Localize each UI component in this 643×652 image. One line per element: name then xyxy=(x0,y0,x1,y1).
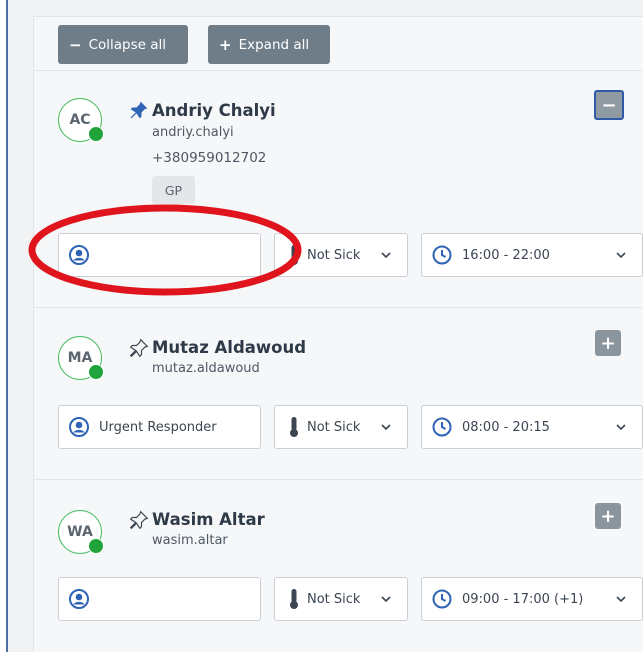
shift-time-select[interactable]: 08:00 - 20:15 xyxy=(421,405,643,449)
chevron-down-icon xyxy=(381,596,391,603)
clock-icon xyxy=(432,245,452,265)
person-circle-icon xyxy=(69,589,89,609)
online-status-dot xyxy=(88,364,104,380)
chevron-down-icon xyxy=(381,252,391,259)
chevron-down-icon xyxy=(616,424,626,431)
sick-status-value: Not Sick xyxy=(307,247,361,263)
roster-panel: − Collapse all + Expand all AC Andriy Ch… xyxy=(33,16,643,652)
avatar: WA xyxy=(58,510,104,554)
clock-icon xyxy=(432,417,452,437)
person-circle-icon xyxy=(69,245,89,265)
sick-status-select[interactable]: Not Sick xyxy=(274,577,408,621)
staff-name: Wasim Altar xyxy=(152,510,265,529)
staff-card: MA Mutaz Aldawoud mutaz.aldawoud + Urgen… xyxy=(34,308,643,480)
thermometer-icon xyxy=(290,245,298,265)
shift-time-value: 09:00 - 17:00 (+1) xyxy=(462,591,584,607)
expand-all-label: Expand all xyxy=(238,36,310,53)
avatar-initials: MA xyxy=(67,350,93,366)
expand-card-button[interactable]: + xyxy=(595,330,621,356)
app-frame: − Collapse all + Expand all AC Andriy Ch… xyxy=(6,0,643,652)
staff-card: WA Wasim Altar wasim.altar + Not Sick 09… xyxy=(34,480,643,652)
role-value: Urgent Responder xyxy=(99,419,217,435)
avatar: MA xyxy=(58,336,104,380)
collapse-card-button[interactable]: − xyxy=(594,90,624,120)
thermometer-icon xyxy=(290,589,298,609)
staff-name: Mutaz Aldawoud xyxy=(152,338,307,357)
staff-card: AC Andriy Chalyi andriy.chalyi +38095901… xyxy=(34,72,643,308)
online-status-dot xyxy=(88,126,104,142)
avatar: AC xyxy=(58,98,104,142)
expand-card-button[interactable]: + xyxy=(595,503,621,529)
sick-status-value: Not Sick xyxy=(307,591,361,607)
expand-all-button[interactable]: + Expand all xyxy=(208,25,330,64)
clock-icon xyxy=(432,589,452,609)
pin-filled-icon[interactable] xyxy=(129,100,149,120)
chevron-down-icon xyxy=(381,424,391,431)
role-select[interactable]: Urgent Responder xyxy=(58,405,261,449)
minus-icon: − xyxy=(69,35,82,54)
staff-login: mutaz.aldawoud xyxy=(152,361,260,376)
role-select[interactable] xyxy=(58,233,261,277)
sick-status-select[interactable]: Not Sick xyxy=(274,405,408,449)
shift-time-select[interactable]: 09:00 - 17:00 (+1) xyxy=(421,577,643,621)
collapse-all-label: Collapse all xyxy=(88,36,167,53)
roster-toolbar: − Collapse all + Expand all xyxy=(34,17,643,71)
staff-login: wasim.altar xyxy=(152,533,228,548)
person-circle-icon xyxy=(69,417,89,437)
thermometer-icon xyxy=(290,417,298,437)
role-tag: GP xyxy=(152,176,195,204)
shift-time-select[interactable]: 16:00 - 22:00 xyxy=(421,233,643,277)
pin-outline-icon[interactable] xyxy=(129,338,149,358)
plus-icon: + xyxy=(219,35,232,54)
avatar-initials: AC xyxy=(69,112,91,128)
role-select[interactable] xyxy=(58,577,261,621)
staff-phone: +380959012702 xyxy=(152,150,267,166)
staff-name: Andriy Chalyi xyxy=(152,101,276,120)
shift-time-value: 08:00 - 20:15 xyxy=(462,419,550,435)
online-status-dot xyxy=(88,538,104,554)
shift-time-value: 16:00 - 22:00 xyxy=(462,247,550,263)
avatar-initials: WA xyxy=(67,524,93,540)
collapse-all-button[interactable]: − Collapse all xyxy=(58,25,188,64)
chevron-down-icon xyxy=(616,596,626,603)
sick-status-value: Not Sick xyxy=(307,419,361,435)
pin-outline-icon[interactable] xyxy=(129,510,149,530)
chevron-down-icon xyxy=(616,252,626,259)
sick-status-select[interactable]: Not Sick xyxy=(274,233,408,277)
staff-login: andriy.chalyi xyxy=(152,125,234,140)
